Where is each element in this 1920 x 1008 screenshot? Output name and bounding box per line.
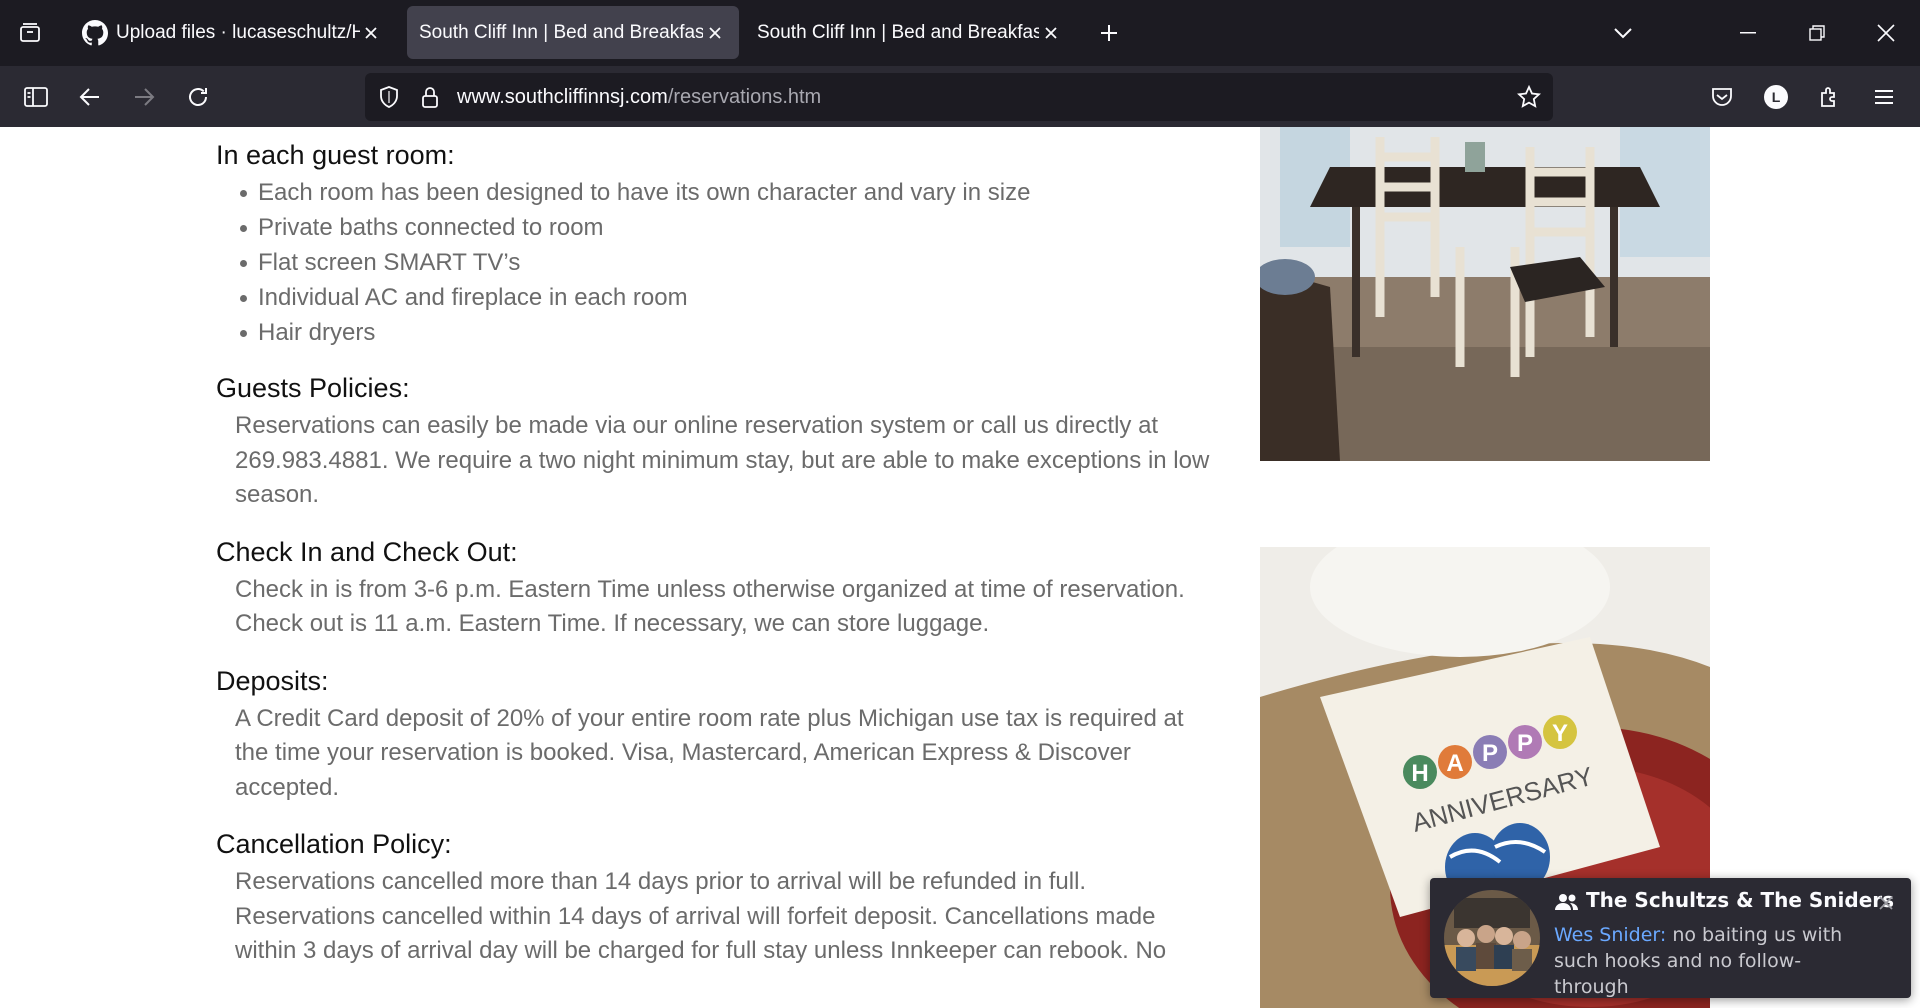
tracking-protection-shield-icon[interactable] — [369, 73, 409, 121]
check-in-out-heading: Check In and Check Out: — [216, 536, 518, 567]
sidebar-toggle-icon[interactable] — [14, 66, 58, 127]
close-tab-icon[interactable] — [703, 21, 727, 45]
back-arrow-icon[interactable] — [68, 66, 112, 127]
address-bar[interactable]: www.southcliffinnsj.com/reservations.htm — [365, 73, 1553, 121]
tab-south-cliff-inn-active[interactable]: South Cliff Inn | Bed and Breakfast | — [407, 6, 739, 59]
url-domain: www.southcliffinnsj.com — [457, 86, 668, 108]
close-window-icon[interactable] — [1864, 0, 1908, 66]
close-notification-icon[interactable] — [1875, 892, 1897, 914]
deposits-text: A Credit Card deposit of 20% of your ent… — [235, 704, 1184, 801]
amenities-list: Each room has been designed to have its … — [238, 175, 1216, 350]
extensions-puzzle-icon[interactable] — [1808, 66, 1852, 127]
card-happy-letter: H — [1411, 760, 1428, 787]
close-tab-icon[interactable] — [1039, 21, 1063, 45]
notification-sender: Wes Snider: — [1554, 924, 1667, 946]
deposits-heading: Deposits: — [216, 665, 329, 696]
check-in-out-text: Check in is from 3-6 p.m. Eastern Time u… — [235, 575, 1185, 638]
cancellation-heading: Cancellation Policy: — [216, 829, 452, 859]
notification-title: The Schultzs & The Sniders — [1586, 888, 1895, 912]
guest-policies-heading: Guests Policies: — [216, 373, 410, 403]
card-happy-letter: A — [1446, 750, 1463, 777]
account-avatar-icon[interactable]: L — [1754, 66, 1798, 127]
notification-message: Wes Snider: no baiting us with such hook… — [1554, 922, 1874, 1000]
hamburger-menu-icon[interactable] — [1862, 66, 1906, 127]
web-page: In each guest room: Each room has been d… — [0, 127, 1920, 1008]
forward-arrow-icon[interactable] — [122, 66, 166, 127]
tab-bar: Upload files · lucaseschultz/HTT South C… — [0, 0, 1920, 66]
navigation-toolbar: www.southcliffinnsj.com/reservations.htm… — [0, 66, 1920, 127]
lock-icon[interactable] — [410, 73, 450, 121]
tab-south-cliff-inn[interactable]: South Cliff Inn | Bed and Breakfast | — [745, 6, 1075, 59]
close-tab-icon[interactable] — [360, 21, 383, 45]
tab-title: Upload files · lucaseschultz/HTT — [116, 21, 360, 43]
reservation-info: In each guest room: Each room has been d… — [216, 127, 1216, 969]
chat-notification[interactable]: The Schultzs & The Sniders Wes Snider: n… — [1430, 878, 1911, 998]
guest-policies-text: Reservations can easily be made via our … — [235, 412, 1210, 508]
guest-room-heading: In each guest room: — [216, 140, 455, 170]
url-path: /reservations.htm — [667, 86, 822, 108]
group-people-icon — [1554, 892, 1580, 914]
pocket-icon[interactable] — [1700, 66, 1744, 127]
tab-title: South Cliff Inn | Bed and Breakfast | — [419, 21, 704, 43]
restore-window-icon[interactable] — [1795, 0, 1839, 66]
list-item: Individual AC and fireplace in each room — [238, 280, 1216, 315]
cancellation-text: Reservations cancelled more than 14 days… — [235, 868, 1167, 964]
list-item: Each room has been designed to have its … — [238, 175, 1216, 210]
list-item: Flat screen SMART TV’s — [238, 245, 1216, 280]
tab-github-upload[interactable]: Upload files · lucaseschultz/HTT — [70, 6, 395, 59]
bookmark-star-icon[interactable] — [1509, 73, 1549, 121]
dining-room-photo — [1260, 127, 1710, 461]
group-avatar — [1444, 890, 1540, 986]
list-item: Hair dryers — [238, 315, 1216, 350]
tab-title: South Cliff Inn | Bed and Breakfast | — [757, 21, 1040, 43]
card-happy-letter: P — [1482, 740, 1498, 767]
list-item: Private baths connected to room — [238, 210, 1216, 245]
card-happy-letter: Y — [1552, 720, 1568, 747]
card-happy-letter: P — [1517, 730, 1533, 757]
tab-manager-icon[interactable] — [8, 0, 52, 66]
url-text[interactable]: www.southcliffinnsj.com/reservations.htm — [457, 73, 821, 121]
new-tab-icon[interactable] — [1087, 0, 1131, 66]
github-icon — [82, 19, 108, 45]
minimize-icon[interactable] — [1726, 0, 1770, 66]
list-tabs-chevron-down-icon[interactable] — [1601, 0, 1645, 66]
reload-icon[interactable] — [176, 66, 220, 127]
svg-text:L: L — [1772, 89, 1781, 105]
